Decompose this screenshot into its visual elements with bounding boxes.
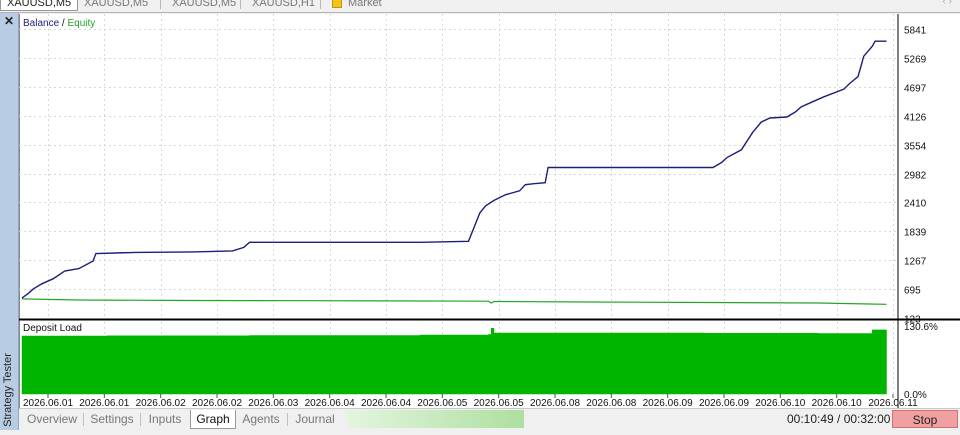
tab-separator bbox=[240, 0, 241, 9]
chart-tab-xauusd-m5-1[interactable]: XAUUSD,M5 bbox=[0, 0, 79, 11]
chart-tab-xauusd-h1[interactable]: XAUUSD,H1 bbox=[246, 0, 321, 10]
tab-agents[interactable]: Agents bbox=[236, 410, 286, 428]
tab-settings[interactable]: Settings bbox=[85, 410, 139, 428]
market-tab-label: Market bbox=[348, 0, 382, 9]
tab-scroll-arrows-icon[interactable]: ‹ › bbox=[943, 0, 952, 7]
x-tick-label: 2026.06.04 bbox=[305, 398, 355, 408]
strategy-tester-title: Strategy Tester bbox=[2, 353, 14, 427]
subchart-y-tick-max: 130.6% bbox=[904, 322, 938, 333]
test-progress-bar bbox=[347, 410, 524, 428]
x-tick-label: 2026.06.09 bbox=[643, 398, 693, 408]
x-tick-label: 2026.06.01 bbox=[79, 398, 129, 408]
close-icon[interactable]: ✕ bbox=[0, 13, 18, 29]
x-tick-label: 2026.06.10 bbox=[755, 398, 805, 408]
y-tick-label: 2410 bbox=[904, 199, 927, 210]
x-tick-label: 2026.06.09 bbox=[699, 398, 749, 408]
chart-tab-market[interactable]: Market bbox=[326, 0, 388, 10]
x-tick-label: 2026.06.05 bbox=[474, 398, 524, 408]
tab-separator bbox=[140, 413, 141, 426]
balance-equity-chart: 5841 5269 4697 4126 3554 2982 2410 1839 1267 695 1… bbox=[19, 14, 960, 408]
y-tick-label: 1267 bbox=[904, 257, 927, 268]
market-icon bbox=[332, 0, 342, 9]
x-tick-label: 2026.06.05 bbox=[417, 398, 467, 408]
deposit-load-title: Deposit Load bbox=[23, 323, 82, 334]
elapsed-timer: 00:10:49 / 00:32:00 bbox=[787, 412, 891, 426]
chart-legend: Balance / Equity bbox=[23, 18, 95, 29]
tab-journal[interactable]: Journal bbox=[289, 410, 341, 428]
x-tick-label: 2026.06.08 bbox=[530, 398, 580, 408]
y-tick-label: 695 bbox=[904, 286, 921, 297]
equity-line bbox=[21, 298, 887, 305]
y-tick-label: 5841 bbox=[904, 26, 927, 37]
tab-overview[interactable]: Overview bbox=[23, 410, 81, 428]
y-tick-label: 4697 bbox=[904, 84, 927, 95]
x-tick-label: 2026.06.02 bbox=[136, 398, 186, 408]
tab-separator bbox=[160, 0, 161, 9]
chart-tab-xauusd-m5-2[interactable]: XAUUSD,M5 bbox=[78, 0, 154, 10]
balance-line bbox=[21, 40, 887, 299]
strategy-tester-side-panel: ✕ Strategy Tester bbox=[0, 13, 19, 430]
tab-separator bbox=[320, 0, 321, 9]
y-tick-label: 5269 bbox=[904, 55, 927, 66]
y-tick-label: 2982 bbox=[904, 171, 927, 182]
y-tick-label: 1839 bbox=[904, 228, 927, 239]
x-tick-label: 2026.06.04 bbox=[361, 398, 411, 408]
legend-equity: Equity bbox=[67, 18, 95, 29]
tab-separator bbox=[83, 413, 84, 426]
x-tick-label: 2026.06.11 bbox=[868, 398, 918, 408]
tester-tabs-bar: Overview Settings Inputs Graph Agents Jo… bbox=[19, 408, 960, 431]
x-tick-label: 2026.06.08 bbox=[586, 398, 636, 408]
legend-separator: / bbox=[59, 18, 67, 29]
stop-button[interactable]: Stop bbox=[892, 410, 958, 428]
y-tick-label: 3554 bbox=[904, 142, 927, 153]
deposit-load-area bbox=[21, 328, 887, 395]
x-tick-label: 2026.06.03 bbox=[248, 398, 298, 408]
chart-tab-xauusd-m5-3[interactable]: XAUUSD,M5 bbox=[166, 0, 242, 10]
y-tick-label: 4126 bbox=[904, 113, 927, 124]
x-tick-label: 2026.06.10 bbox=[812, 398, 862, 408]
tab-graph[interactable]: Graph bbox=[190, 410, 236, 429]
x-tick-label: 2026.06.02 bbox=[192, 398, 242, 408]
tab-separator bbox=[287, 413, 288, 426]
x-tick-label: 2026.06.01 bbox=[23, 398, 73, 408]
tab-inputs[interactable]: Inputs bbox=[142, 410, 188, 428]
chart-tabs-bar: XAUUSD,M5 XAUUSD,M5 XAUUSD,M5 XAUUSD,H1 … bbox=[0, 0, 960, 13]
graph-panel: 5841 5269 4697 4126 3554 2982 2410 1839 1267 695 1… bbox=[19, 14, 960, 408]
legend-balance: Balance bbox=[23, 18, 60, 29]
